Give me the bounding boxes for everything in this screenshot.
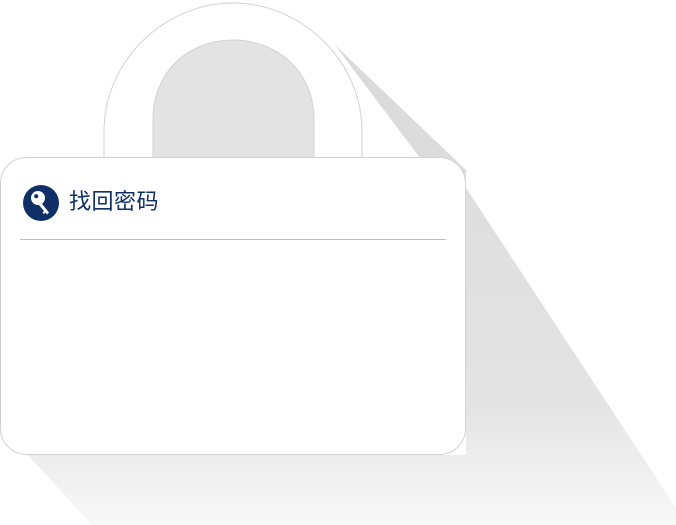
header-divider — [20, 239, 446, 240]
page-title: 找回密码 — [69, 190, 160, 215]
password-recovery-page: 找回密码 — [0, 0, 676, 525]
card-body-content — [20, 246, 446, 436]
key-icon — [23, 185, 59, 221]
card-header: 找回密码 — [20, 181, 446, 225]
